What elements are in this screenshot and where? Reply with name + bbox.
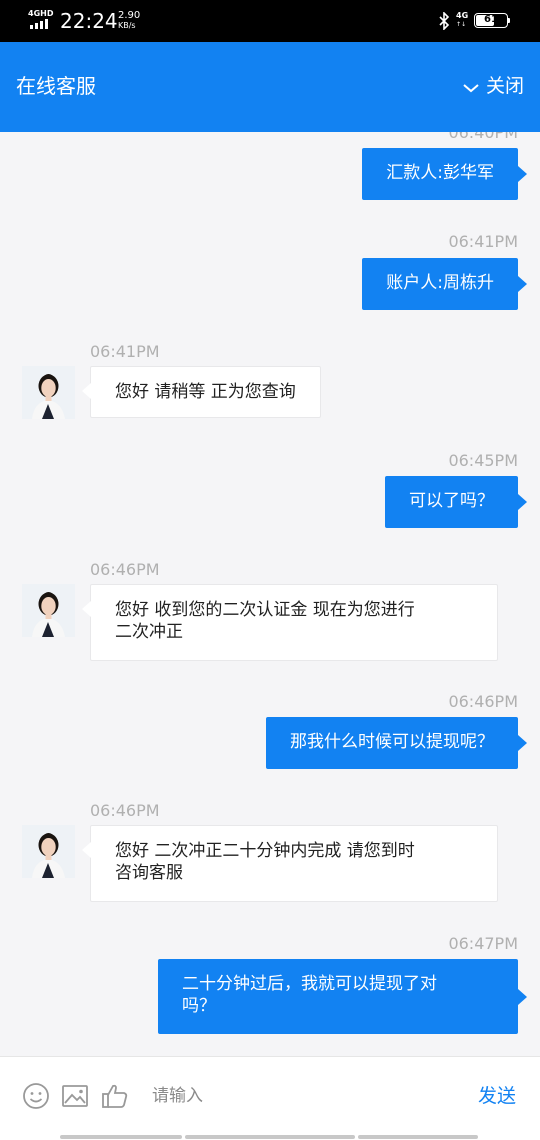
message-text: 您好 请稍等 正为您查询: [115, 382, 296, 402]
close-label: 关闭: [485, 75, 524, 97]
message-timestamp: 06:40PM: [448, 132, 518, 142]
message-input-bar: 请输入 发送: [0, 1056, 540, 1132]
network-speed-unit: KB/s: [118, 21, 136, 30]
incoming-message: 您好 收到您的二次认证金 现在为您进行 二次冲正: [82, 584, 498, 661]
message-timestamp: 06:46PM: [90, 560, 160, 579]
page-title: 在线客服: [16, 74, 96, 98]
message-text-line: 您好 收到您的二次认证金 现在为您进行: [115, 600, 415, 620]
status-bar: 4GHD 22:24 2.90 KB/s 4G ↑↓ 61: [0, 0, 540, 42]
battery-percent: 61: [484, 14, 498, 25]
message-text-line: 吗？: [182, 996, 216, 1016]
outgoing-message: 汇款人:彭华军: [362, 148, 527, 200]
agent-avatar: [22, 366, 75, 419]
incoming-message: 您好 二次冲正二十分钟内完成 请您到时 咨询客服: [82, 825, 498, 902]
send-button[interactable]: 发送: [478, 1084, 516, 1108]
message-timestamp: 06:45PM: [448, 451, 518, 470]
outgoing-message: 二十分钟过后，我就可以提现了对 吗？: [158, 959, 527, 1034]
message-text-line: 您好 二次冲正二十分钟内完成 请您到时: [115, 841, 415, 861]
message-text: 可以了吗？: [409, 491, 494, 511]
image-icon[interactable]: [60, 1081, 90, 1111]
battery-icon: 61: [474, 13, 508, 28]
network-speed-value: 2.90: [118, 10, 141, 21]
message-text-line: 二次冲正: [115, 622, 183, 642]
bluetooth-icon: [439, 12, 450, 30]
message-timestamp: 06:41PM: [90, 342, 160, 361]
chevron-down-icon: [463, 84, 479, 93]
emoji-icon[interactable]: [21, 1081, 51, 1111]
message-timestamp: 06:41PM: [448, 232, 518, 251]
message-text: 账户人:周栋升: [386, 273, 494, 293]
message-text-line: 咨询客服: [115, 863, 183, 883]
battery-tip: [508, 18, 510, 23]
message-timestamp: 06:46PM: [448, 692, 518, 711]
nav-gesture-bar: [0, 1132, 540, 1140]
clock: 22:24: [60, 9, 118, 33]
volte-label: ↑↓: [456, 21, 467, 28]
close-button[interactable]: 关闭: [462, 73, 524, 99]
outgoing-message: 可以了吗？: [385, 476, 527, 528]
network-type-right: 4G: [456, 11, 469, 20]
thumbs-up-icon[interactable]: [100, 1081, 130, 1111]
message-timestamp: 06:47PM: [448, 934, 518, 953]
message-timestamp: 06:46PM: [90, 801, 160, 820]
message-text-line: 二十分钟过后，我就可以提现了对: [182, 974, 437, 994]
outgoing-message: 那我什么时候可以提现呢？: [266, 717, 527, 769]
message-text: 汇款人:彭华军: [386, 163, 494, 183]
message-text: 那我什么时候可以提现呢？: [290, 732, 494, 752]
message-input[interactable]: 请输入: [152, 1085, 203, 1107]
agent-avatar: [22, 584, 75, 637]
signal-icon: [30, 19, 52, 29]
outgoing-message: 账户人:周栋升: [362, 258, 527, 310]
incoming-message: 您好 请稍等 正为您查询: [82, 366, 321, 418]
chat-header: 在线客服 关闭: [0, 42, 540, 132]
network-type-label: 4GHD: [28, 9, 54, 18]
chat-message-list[interactable]: 06:40PM 汇款人:彭华军 06:41PM 账户人:周栋升 06:41PM …: [0, 132, 540, 1056]
agent-avatar: [22, 825, 75, 878]
